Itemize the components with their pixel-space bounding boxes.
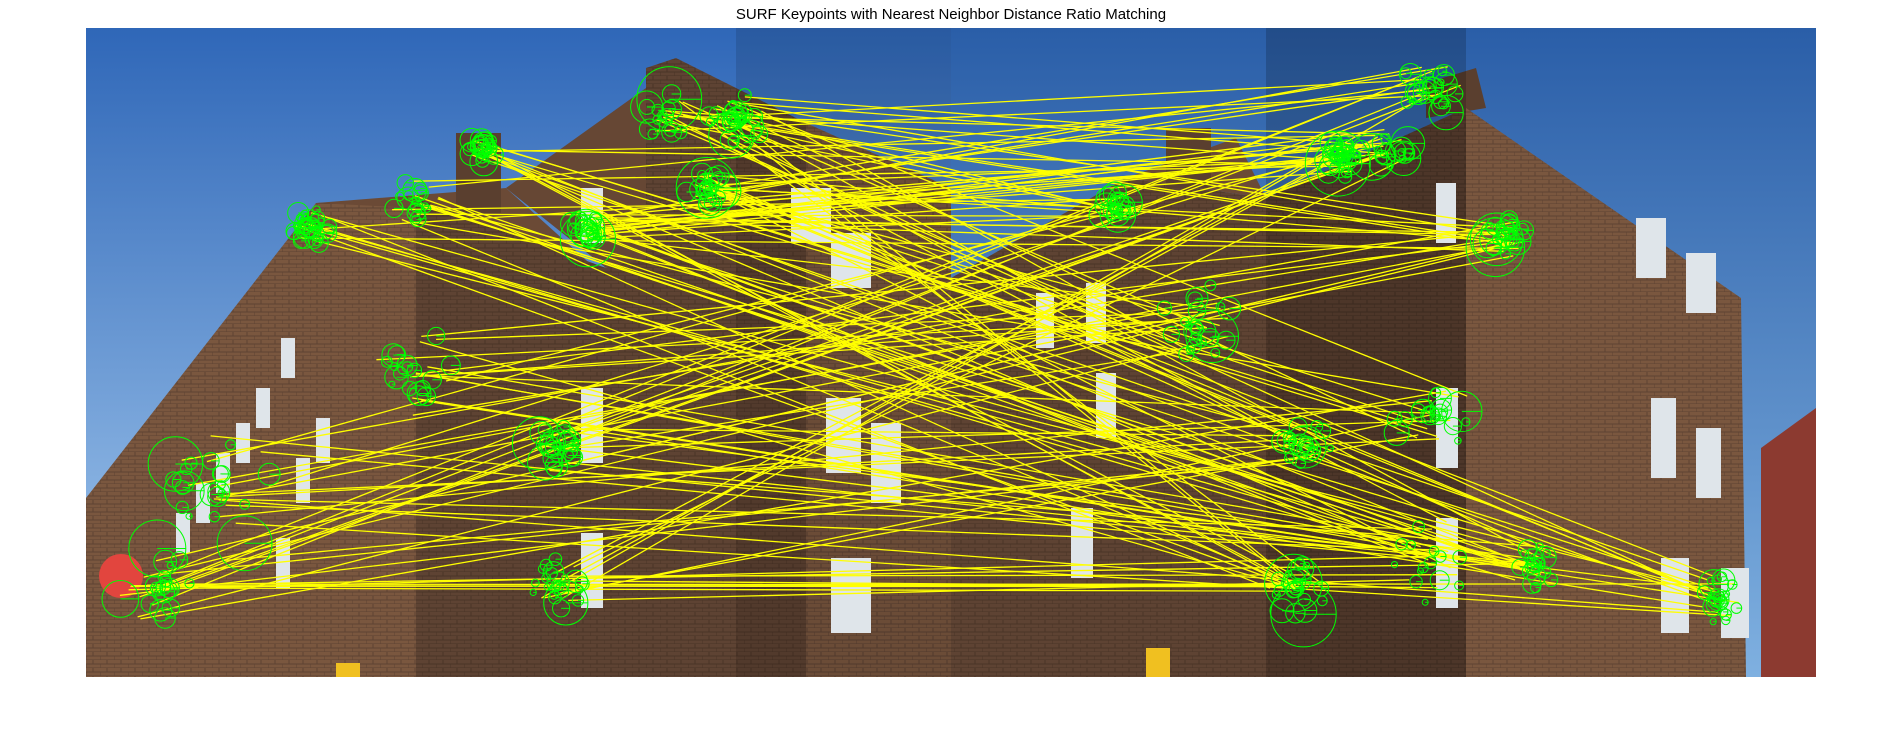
red-sign xyxy=(99,554,143,598)
neighbor-roof xyxy=(1761,408,1816,677)
image-axes xyxy=(86,28,1816,677)
yellow-sign xyxy=(336,663,360,677)
right-photo xyxy=(951,28,1816,677)
yellow-sign xyxy=(1146,648,1170,677)
stitched-image-pair xyxy=(86,28,1816,677)
figure-title: SURF Keypoints with Nearest Neighbor Dis… xyxy=(735,6,1167,23)
